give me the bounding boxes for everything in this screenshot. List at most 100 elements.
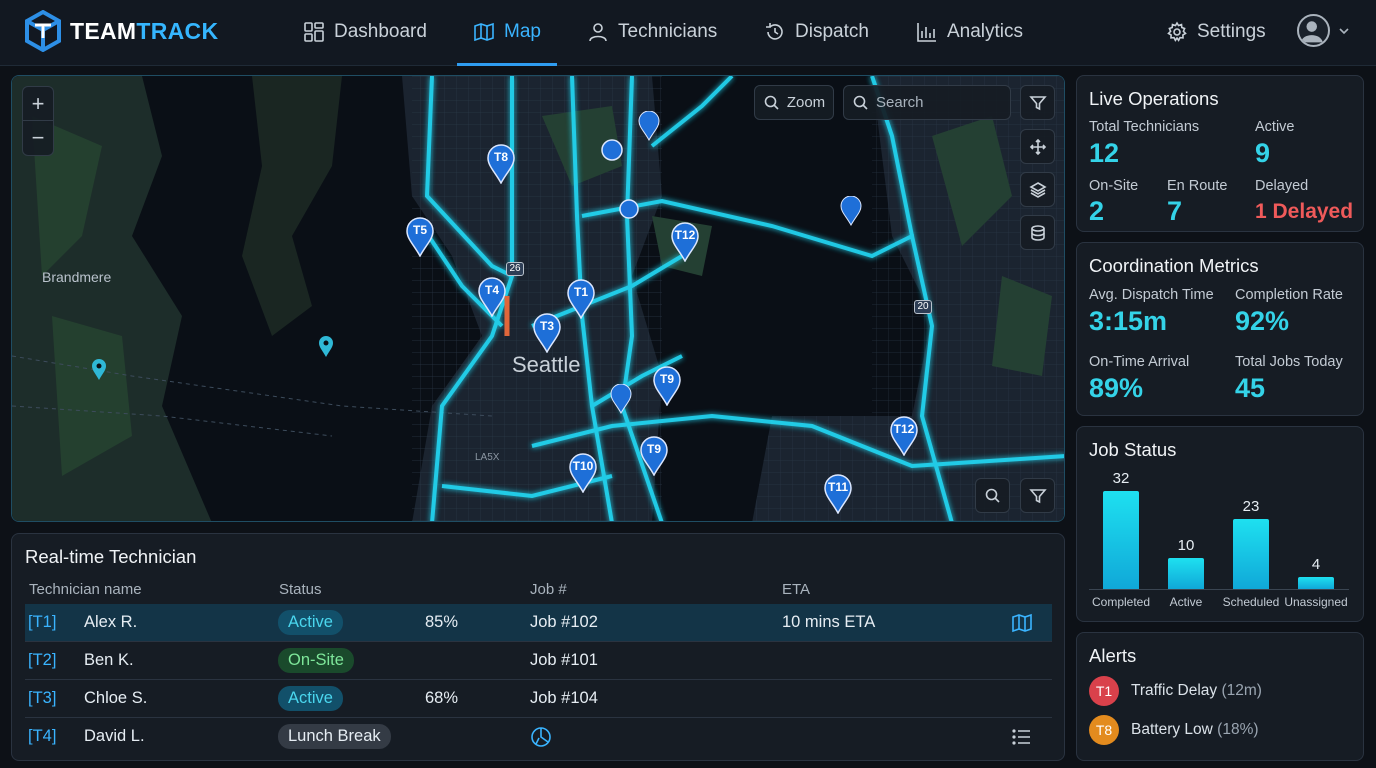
dispatch-time-label: Avg. Dispatch Time <box>1089 287 1214 303</box>
nav-technicians[interactable]: Technicians <box>587 0 717 64</box>
nav-dispatch[interactable]: Dispatch <box>764 0 869 64</box>
onsite-value: 2 <box>1089 196 1105 226</box>
move-icon <box>1029 138 1046 155</box>
layers-icon <box>1028 181 1047 198</box>
map-pin-label: T9 <box>646 442 661 456</box>
brand-logo[interactable]: TEAMTRACK <box>24 10 218 52</box>
nav-map[interactable]: Map <box>457 0 557 66</box>
ontime-arrival-label: On-Time Arrival <box>1089 354 1190 370</box>
layers-button[interactable] <box>1020 172 1055 207</box>
database-button[interactable] <box>1020 215 1055 250</box>
map-view[interactable]: Brandmere Seattle LA5X 26 20 + − Zoom Se… <box>11 75 1065 522</box>
chart-bar-active[interactable] <box>1168 558 1204 589</box>
map-search-input[interactable]: Search <box>843 85 1011 120</box>
search-icon <box>853 95 868 110</box>
job-progress: 68% <box>425 689 459 707</box>
map-pin-label: T12 <box>674 228 696 242</box>
user-icon <box>589 23 607 42</box>
column-header-eta[interactable]: ETA <box>782 581 810 598</box>
alert-item[interactable]: T8 Battery Low (18%) <box>1089 715 1259 745</box>
tech-name: Ben K. <box>84 651 134 669</box>
vehicle-marker-icon[interactable] <box>600 138 624 162</box>
chart-bar-value: 10 <box>1177 537 1195 554</box>
map-pin-label: T1 <box>573 285 588 299</box>
map-pin-label: T12 <box>893 422 915 436</box>
column-header-name[interactable]: Technician name <box>29 581 142 598</box>
nav-dashboard-label: Dashboard <box>334 21 427 42</box>
map-area-label: Brandmere <box>42 269 112 285</box>
vehicle-marker-icon[interactable] <box>618 198 640 220</box>
map-search-button[interactable] <box>975 478 1010 513</box>
column-header-job[interactable]: Job # <box>530 581 567 598</box>
chart-bar-unassigned[interactable] <box>1298 577 1334 589</box>
show-on-map-button[interactable] <box>1011 604 1033 641</box>
ontime-arrival-value: 89% <box>1089 373 1144 403</box>
row-menu-button[interactable] <box>1011 718 1033 755</box>
zoom-out-button[interactable]: − <box>23 121 53 155</box>
chart-bar-scheduled[interactable] <box>1233 519 1269 589</box>
database-icon <box>1030 224 1045 241</box>
map-pin-t9-north[interactable]: T9 <box>652 366 682 407</box>
filter-button[interactable] <box>1020 85 1055 120</box>
pie-timer-icon <box>531 726 551 747</box>
map-pin-t12[interactable]: T12 <box>670 222 700 263</box>
live-operations-panel: Live Operations Total Technicians 12 Act… <box>1076 75 1364 232</box>
user-avatar-icon <box>1300 21 1323 43</box>
map-filter-button[interactable] <box>1020 478 1055 513</box>
map-pin-label: T5 <box>412 223 427 237</box>
column-header-status[interactable]: Status <box>279 581 322 598</box>
grid-icon <box>304 22 324 42</box>
map-pin-t4[interactable]: T4 <box>477 277 507 318</box>
map-pin-t10[interactable]: T10 <box>568 453 598 494</box>
zoom-in-button[interactable]: + <box>23 87 53 121</box>
status-badge: Lunch Break <box>278 724 391 749</box>
table-row[interactable]: [T4] David L. Lunch Break <box>25 718 1052 756</box>
map-pin-t11[interactable]: T11 <box>823 474 853 515</box>
map-pin-t9-south[interactable]: T9 <box>639 436 669 477</box>
poi-service-pin-icon[interactable] <box>638 111 660 141</box>
table-row[interactable]: [T3] Chloe S. Active 68% Job #104 <box>25 680 1052 718</box>
user-menu[interactable] <box>1297 14 1350 47</box>
table-row[interactable]: [T2] Ben K. On-Site Job #101 <box>25 642 1052 680</box>
delayed-value: 1 Delayed <box>1255 200 1354 223</box>
break-timer-button[interactable] <box>530 718 552 755</box>
technician-table-panel: Real-time Technician Technician name Sta… <box>11 533 1065 761</box>
highway-shield-20: 20 <box>914 300 932 314</box>
alert-text: Battery Low <box>1131 721 1213 738</box>
map-icon <box>1012 613 1032 632</box>
nav-settings[interactable]: Settings <box>1166 0 1266 64</box>
chart-category-label: Unassigned <box>1284 595 1348 609</box>
table-row[interactable]: [T1] Alex R. Active 85% Job #102 10 mins… <box>25 604 1052 642</box>
map-pin-t12-east[interactable]: T12 <box>889 416 919 457</box>
alert-tech-badge: T8 <box>1089 715 1119 745</box>
chart-bar-value: 32 <box>1112 470 1130 487</box>
status-badge: On-Site <box>278 648 354 673</box>
poi-pin-icon[interactable] <box>318 336 334 358</box>
coordination-metrics-panel: Coordination Metrics Avg. Dispatch Time … <box>1076 242 1364 416</box>
job-number: Job #102 <box>530 613 598 631</box>
tech-name: Alex R. <box>84 613 138 631</box>
poi-nav-pin-icon[interactable] <box>610 384 632 414</box>
nav-dashboard[interactable]: Dashboard <box>303 0 427 64</box>
zoom-button[interactable]: Zoom <box>754 85 834 120</box>
map-pin-t8[interactable]: T8 <box>486 144 516 185</box>
poi-service-pin-icon[interactable] <box>840 196 862 226</box>
poi-pin-icon[interactable] <box>91 359 107 381</box>
nav-analytics[interactable]: Analytics <box>916 0 1023 64</box>
top-nav-bar: TEAMTRACK Dashboard Map Technicians Disp… <box>0 0 1376 66</box>
map-pin-t1[interactable]: T1 <box>566 279 596 320</box>
magnifier-icon <box>985 488 1000 503</box>
total-jobs-value: 45 <box>1235 373 1266 403</box>
map-pin-t3[interactable]: T3 <box>532 313 562 354</box>
job-status-panel: Job Status 32 Completed 10 Active 23 Schedule… <box>1076 426 1364 622</box>
alert-item[interactable]: T1 Traffic Delay (12m) <box>1089 676 1262 706</box>
chart-bar-completed[interactable] <box>1103 491 1139 589</box>
brand-name: TEAMTRACK <box>70 18 218 45</box>
onsite-label: On-Site <box>1089 178 1139 194</box>
map-district-label: LA5X <box>475 452 500 463</box>
job-status-chart: 32 Completed 10 Active 23 Scheduled 4 Unassigne… <box>1077 427 1365 623</box>
enroute-value: 7 <box>1167 196 1183 226</box>
pan-button[interactable] <box>1020 129 1055 164</box>
map-pin-t5[interactable]: T5 <box>405 217 435 258</box>
tech-id: [T2] <box>28 651 57 669</box>
